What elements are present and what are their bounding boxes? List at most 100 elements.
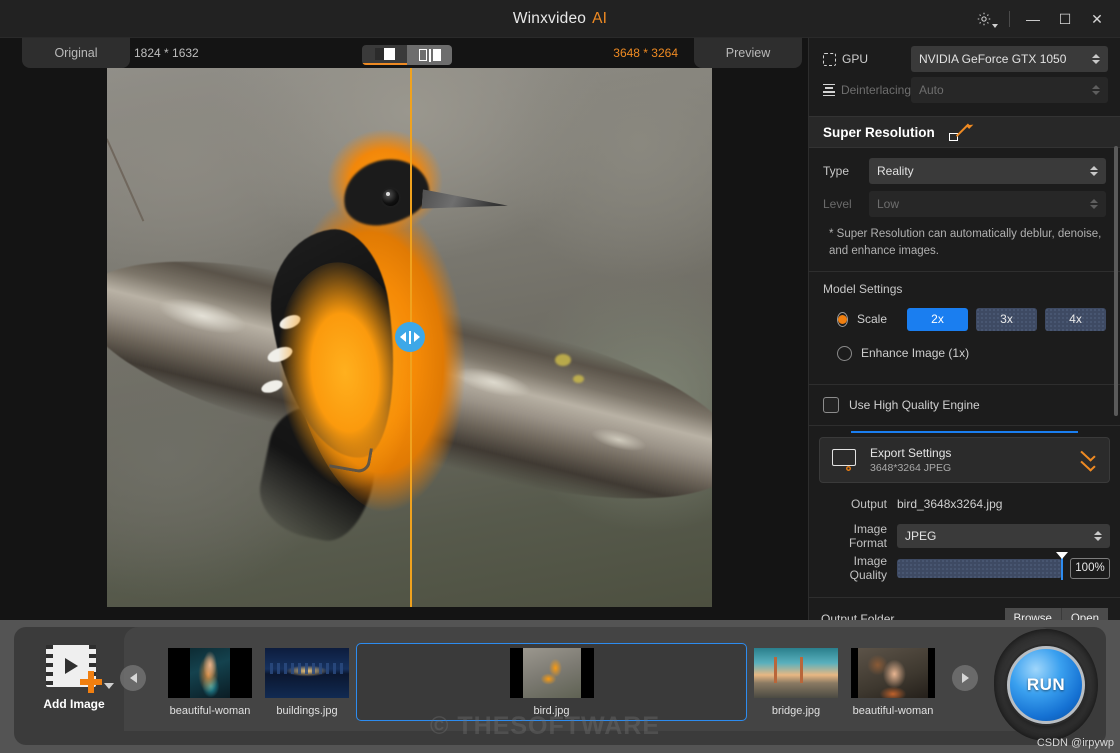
export-settings-title: Export Settings	[870, 446, 952, 461]
thumbnail-label: buildings.jpg	[276, 705, 338, 717]
gpu-select[interactable]: NVIDIA GeForce GTX 1050	[911, 46, 1108, 72]
minimize-button[interactable]: —	[1018, 4, 1048, 34]
chevron-updown-icon	[1092, 85, 1100, 95]
settings-panel: GPU NVIDIA GeForce GTX 1050 Deinterlacin…	[808, 38, 1120, 650]
chevron-updown-icon	[1094, 531, 1102, 542]
gear-icon	[842, 462, 855, 475]
thumbnail-label: bridge.jpg	[771, 705, 821, 717]
maximize-button[interactable]: ☐	[1050, 4, 1080, 34]
image-format-row: Image Format JPEG	[819, 522, 1110, 551]
chevron-updown-icon	[1092, 54, 1100, 64]
gpu-label-group: GPU	[823, 52, 911, 66]
scale-3x-button[interactable]: 3x	[976, 307, 1037, 331]
chevron-updown-icon	[1090, 199, 1098, 209]
thumbnail-image	[168, 648, 252, 698]
checkbox-high-quality-engine[interactable]	[823, 397, 839, 414]
image-quality-value[interactable]: 100%	[1070, 557, 1110, 579]
super-resolution-body: Type Reality Level Low * Super Resolutio…	[809, 148, 1120, 271]
level-select[interactable]: Low	[869, 191, 1106, 217]
tab-preview[interactable]: Preview	[694, 38, 802, 68]
app-window: Winxvideo AI — ☐ ✕ Original 1824 * 1632 …	[0, 0, 1120, 753]
high-quality-row[interactable]: Use High Quality Engine	[823, 397, 1106, 414]
run-button[interactable]: RUN	[1007, 646, 1085, 724]
type-select-value: Reality	[877, 164, 914, 178]
window-controls: — ☐ ✕	[967, 0, 1112, 38]
list-item[interactable]: buildings.jpg	[259, 643, 355, 721]
deinterlacing-icon	[823, 83, 835, 97]
view-mode-toggle	[362, 45, 452, 65]
image-quality-label: Image Quality	[849, 554, 887, 583]
app-title: Winxvideo AI	[0, 0, 1120, 38]
scale-2x-button[interactable]: 2x	[907, 307, 968, 331]
deinterlacing-select-value: Auto	[919, 83, 944, 97]
filmstrip-next-button[interactable]	[952, 665, 978, 691]
add-image-button[interactable]: Add Image	[32, 645, 116, 729]
thumbnail-image	[754, 648, 838, 698]
output-dimensions: 3648 * 3264	[613, 46, 678, 60]
original-dimensions: 1824 * 1632	[134, 46, 199, 60]
panel-scrollbar[interactable]	[1114, 146, 1118, 416]
type-select[interactable]: Reality	[869, 158, 1106, 184]
radio-enhance-image[interactable]	[837, 345, 852, 361]
handle-bar	[409, 330, 411, 344]
arrow-right-icon	[414, 332, 420, 342]
thumbnail-label: beautiful-woman	[852, 705, 934, 717]
close-button[interactable]: ✕	[1082, 4, 1112, 34]
chevron-down-icon[interactable]	[104, 683, 114, 689]
settings-gear-button[interactable]	[967, 4, 1001, 34]
thumbnail-label: beautiful-woman	[169, 705, 251, 717]
image-format-label: Image Format	[848, 522, 887, 551]
gpu-section: GPU NVIDIA GeForce GTX 1050 Deinterlacin…	[809, 38, 1120, 116]
app-title-accent: AI	[592, 10, 608, 27]
output-row: Output bird_3648x3264.jpg	[819, 491, 1110, 517]
tab-original[interactable]: Original	[22, 38, 130, 68]
export-screen-icon	[830, 447, 860, 473]
deinterlacing-select[interactable]: Auto	[911, 77, 1108, 103]
scale-4x-button[interactable]: 4x	[1045, 307, 1106, 331]
slider-thumb[interactable]	[1056, 551, 1067, 580]
expand-icon[interactable]	[948, 123, 971, 141]
compare-slider-handle[interactable]	[395, 322, 425, 352]
divider	[1009, 11, 1010, 27]
export-tab-indicator	[851, 431, 1078, 434]
image-quality-control: 100%	[897, 551, 1110, 580]
scale-button-group: 2x 3x 4x	[907, 307, 1106, 331]
thumbnail-image	[265, 648, 349, 698]
deinterlacing-label-group: Deinterlacing	[823, 83, 911, 97]
image-quality-slider[interactable]	[897, 551, 1067, 580]
enhance-image-label: Enhance Image (1x)	[861, 346, 970, 361]
image-format-select[interactable]: JPEG	[897, 524, 1110, 549]
film-plus-icon	[46, 645, 114, 693]
type-row: Type Reality	[823, 158, 1106, 184]
thumbnail-image	[851, 648, 935, 698]
model-settings-title: Model Settings	[823, 282, 903, 297]
gpu-row: GPU NVIDIA GeForce GTX 1050	[823, 46, 1108, 72]
level-label: Level	[823, 197, 852, 211]
run-button-label: RUN	[1026, 675, 1066, 694]
high-quality-section: Use High Quality Engine	[809, 385, 1120, 425]
high-quality-label: Use High Quality Engine	[849, 398, 980, 413]
gpu-chip-icon	[823, 52, 836, 66]
view-mode-split-button[interactable]	[407, 45, 452, 65]
super-resolution-header: Super Resolution	[809, 116, 1120, 148]
radio-scale[interactable]	[837, 311, 848, 327]
export-settings-header[interactable]: Export Settings 3648*3264 JPEG	[819, 437, 1110, 484]
export-settings-subtitle: 3648*3264 JPEG	[870, 462, 952, 475]
double-chevron-down-icon[interactable]	[1077, 447, 1099, 473]
super-resolution-note: * Super Resolution can automatically deb…	[829, 228, 1102, 257]
view-mode-single-button[interactable]	[362, 45, 407, 65]
list-item-selected[interactable]: bird.jpg	[356, 643, 747, 721]
gpu-select-value: NVIDIA GeForce GTX 1050	[919, 52, 1067, 66]
chevron-updown-icon	[1090, 166, 1098, 176]
level-row: Level Low	[823, 191, 1106, 217]
chevron-right-icon	[961, 673, 969, 683]
title-bar: Winxvideo AI — ☐ ✕	[0, 0, 1120, 38]
app-title-main: Winxvideo	[512, 10, 587, 27]
list-item[interactable]: beautiful-woman	[162, 643, 258, 721]
credit-watermark: CSDN @irpywp	[1036, 737, 1114, 749]
list-item[interactable]: bridge.jpg	[748, 643, 844, 721]
split-view-icon	[418, 49, 441, 62]
filmstrip-prev-button[interactable]	[120, 665, 146, 691]
gpu-label: GPU	[842, 52, 869, 66]
list-item[interactable]: beautiful-woman	[845, 643, 941, 721]
